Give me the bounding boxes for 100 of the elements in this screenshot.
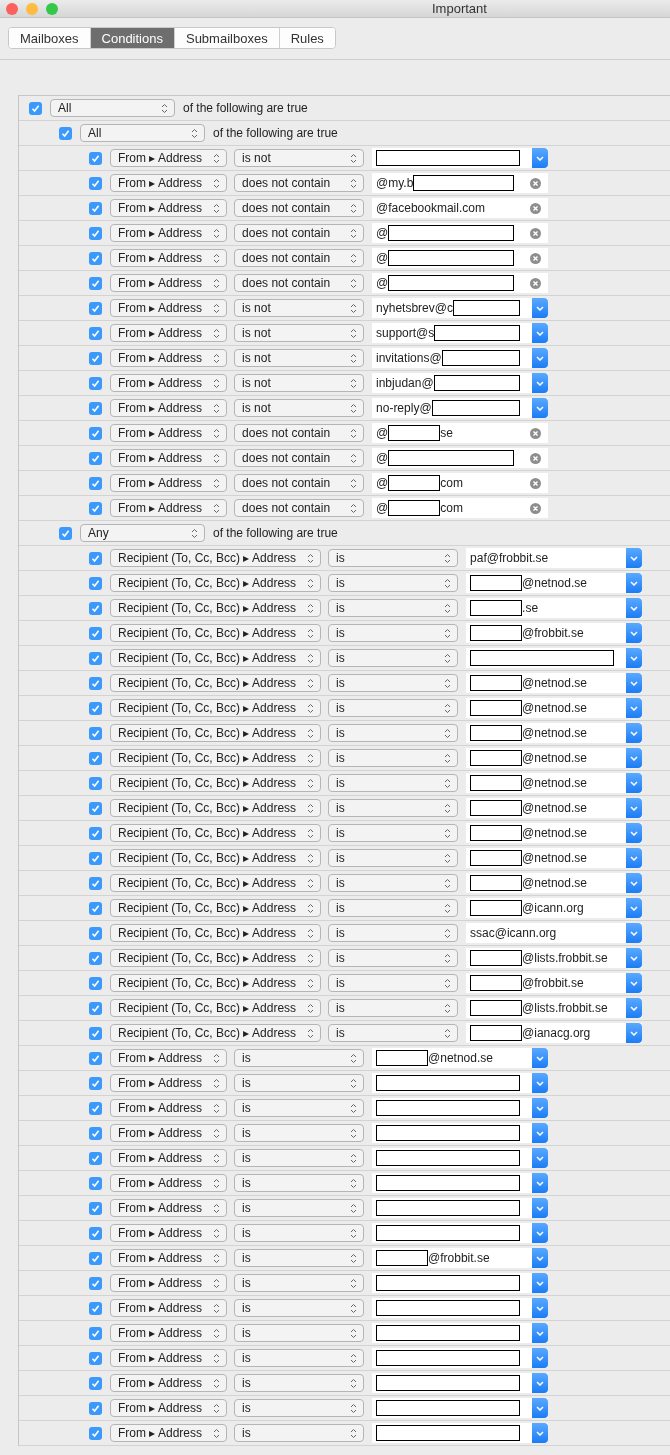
- checkbox[interactable]: [89, 551, 102, 565]
- dropdown-button[interactable]: [626, 823, 643, 843]
- checkbox[interactable]: [89, 251, 102, 265]
- field-popup[interactable]: Recipient (To, Cc, Bcc) ▸ Address: [110, 824, 322, 842]
- combo-box[interactable]: [372, 1123, 549, 1143]
- combo-box[interactable]: @ianacg.org: [466, 1023, 643, 1043]
- dropdown-button[interactable]: [532, 1423, 549, 1443]
- operator-popup[interactable]: is: [234, 1399, 365, 1417]
- dropdown-button[interactable]: [532, 1398, 549, 1418]
- field-popup[interactable]: Recipient (To, Cc, Bcc) ▸ Address: [110, 1024, 322, 1042]
- operator-popup[interactable]: is: [328, 774, 459, 792]
- field-popup[interactable]: Recipient (To, Cc, Bcc) ▸ Address: [110, 874, 322, 892]
- operator-popup[interactable]: is: [328, 574, 459, 592]
- operator-popup[interactable]: does not contain: [234, 274, 365, 292]
- operator-popup[interactable]: does not contain: [234, 424, 365, 442]
- combo-box[interactable]: @netnod.se: [466, 748, 643, 768]
- field-popup[interactable]: Recipient (To, Cc, Bcc) ▸ Address: [110, 599, 322, 617]
- dropdown-button[interactable]: [626, 648, 643, 668]
- checkbox[interactable]: [89, 1051, 102, 1065]
- operator-popup[interactable]: is: [234, 1174, 365, 1192]
- checkbox[interactable]: [89, 476, 102, 490]
- checkbox[interactable]: [89, 1001, 102, 1015]
- field-popup[interactable]: From ▸ Address: [110, 249, 228, 267]
- dropdown-button[interactable]: [626, 573, 643, 593]
- checkbox[interactable]: [59, 526, 72, 540]
- field-popup[interactable]: Recipient (To, Cc, Bcc) ▸ Address: [110, 949, 322, 967]
- operator-popup[interactable]: is not: [234, 349, 365, 367]
- operator-popup[interactable]: is: [234, 1099, 365, 1117]
- operator-popup[interactable]: is: [328, 699, 459, 717]
- checkbox[interactable]: [89, 401, 102, 415]
- field-popup[interactable]: From ▸ Address: [110, 374, 228, 392]
- dropdown-button[interactable]: [532, 148, 549, 168]
- checkbox[interactable]: [89, 326, 102, 340]
- combo-box[interactable]: @netnod.se: [466, 798, 643, 818]
- operator-popup[interactable]: is: [328, 824, 459, 842]
- checkbox[interactable]: [89, 1151, 102, 1165]
- checkbox[interactable]: [89, 1251, 102, 1265]
- dropdown-button[interactable]: [626, 673, 643, 693]
- combo-box[interactable]: invitations@: [372, 348, 549, 368]
- checkbox[interactable]: [89, 1226, 102, 1240]
- checkbox[interactable]: [89, 801, 102, 815]
- field-popup[interactable]: Recipient (To, Cc, Bcc) ▸ Address: [110, 799, 322, 817]
- field-popup[interactable]: From ▸ Address: [110, 1124, 228, 1142]
- clear-icon[interactable]: [530, 252, 542, 264]
- field-popup[interactable]: From ▸ Address: [110, 1099, 228, 1117]
- combo-box[interactable]: @netnod.se: [372, 1048, 549, 1068]
- match-popup[interactable]: All: [80, 124, 205, 142]
- checkbox[interactable]: [89, 626, 102, 640]
- dropdown-button[interactable]: [626, 698, 643, 718]
- field-popup[interactable]: From ▸ Address: [110, 449, 228, 467]
- dropdown-button[interactable]: [532, 323, 549, 343]
- checkbox[interactable]: [89, 1351, 102, 1365]
- checkbox[interactable]: [89, 1276, 102, 1290]
- search-field[interactable]: @my.b: [372, 173, 549, 193]
- operator-popup[interactable]: is: [234, 1074, 365, 1092]
- field-popup[interactable]: Recipient (To, Cc, Bcc) ▸ Address: [110, 574, 322, 592]
- combo-box[interactable]: @netnod.se: [466, 773, 643, 793]
- combo-box[interactable]: @lists.frobbit.se: [466, 948, 643, 968]
- combo-box[interactable]: support@s: [372, 323, 549, 343]
- combo-box[interactable]: @frobbit.se: [466, 623, 643, 643]
- operator-popup[interactable]: does not contain: [234, 499, 365, 517]
- field-popup[interactable]: Recipient (To, Cc, Bcc) ▸ Address: [110, 674, 322, 692]
- tab[interactable]: Mailboxes: [9, 28, 91, 48]
- field-popup[interactable]: From ▸ Address: [110, 424, 228, 442]
- dropdown-button[interactable]: [532, 1273, 549, 1293]
- combo-box[interactable]: @icann.org: [466, 898, 643, 918]
- combo-box[interactable]: @netnod.se: [466, 823, 643, 843]
- operator-popup[interactable]: is: [328, 549, 459, 567]
- checkbox[interactable]: [89, 376, 102, 390]
- operator-popup[interactable]: does not contain: [234, 474, 365, 492]
- dropdown-button[interactable]: [532, 1198, 549, 1218]
- combo-box[interactable]: [372, 1423, 549, 1443]
- dropdown-button[interactable]: [532, 1048, 549, 1068]
- operator-popup[interactable]: is: [328, 649, 459, 667]
- field-popup[interactable]: From ▸ Address: [110, 174, 228, 192]
- checkbox[interactable]: [89, 1301, 102, 1315]
- search-field[interactable]: @facebookmail.com: [372, 198, 549, 218]
- field-popup[interactable]: Recipient (To, Cc, Bcc) ▸ Address: [110, 649, 322, 667]
- dropdown-button[interactable]: [532, 1073, 549, 1093]
- operator-popup[interactable]: is: [328, 849, 459, 867]
- checkbox[interactable]: [89, 426, 102, 440]
- field-popup[interactable]: From ▸ Address: [110, 1049, 228, 1067]
- operator-popup[interactable]: is not: [234, 324, 365, 342]
- operator-popup[interactable]: is: [234, 1149, 365, 1167]
- dropdown-button[interactable]: [532, 1248, 549, 1268]
- operator-popup[interactable]: is: [234, 1274, 365, 1292]
- field-popup[interactable]: From ▸ Address: [110, 324, 228, 342]
- combo-box[interactable]: [372, 148, 549, 168]
- operator-popup[interactable]: is: [328, 974, 459, 992]
- checkbox[interactable]: [89, 151, 102, 165]
- operator-popup[interactable]: is: [328, 999, 459, 1017]
- clear-icon[interactable]: [530, 502, 542, 514]
- search-field[interactable]: @ com: [372, 498, 549, 518]
- operator-popup[interactable]: is: [328, 599, 459, 617]
- dropdown-button[interactable]: [626, 623, 643, 643]
- combo-box[interactable]: @netnod.se: [466, 673, 643, 693]
- checkbox[interactable]: [89, 676, 102, 690]
- checkbox[interactable]: [89, 726, 102, 740]
- operator-popup[interactable]: is: [234, 1224, 365, 1242]
- combo-box[interactable]: paf@frobbit.se: [466, 548, 643, 568]
